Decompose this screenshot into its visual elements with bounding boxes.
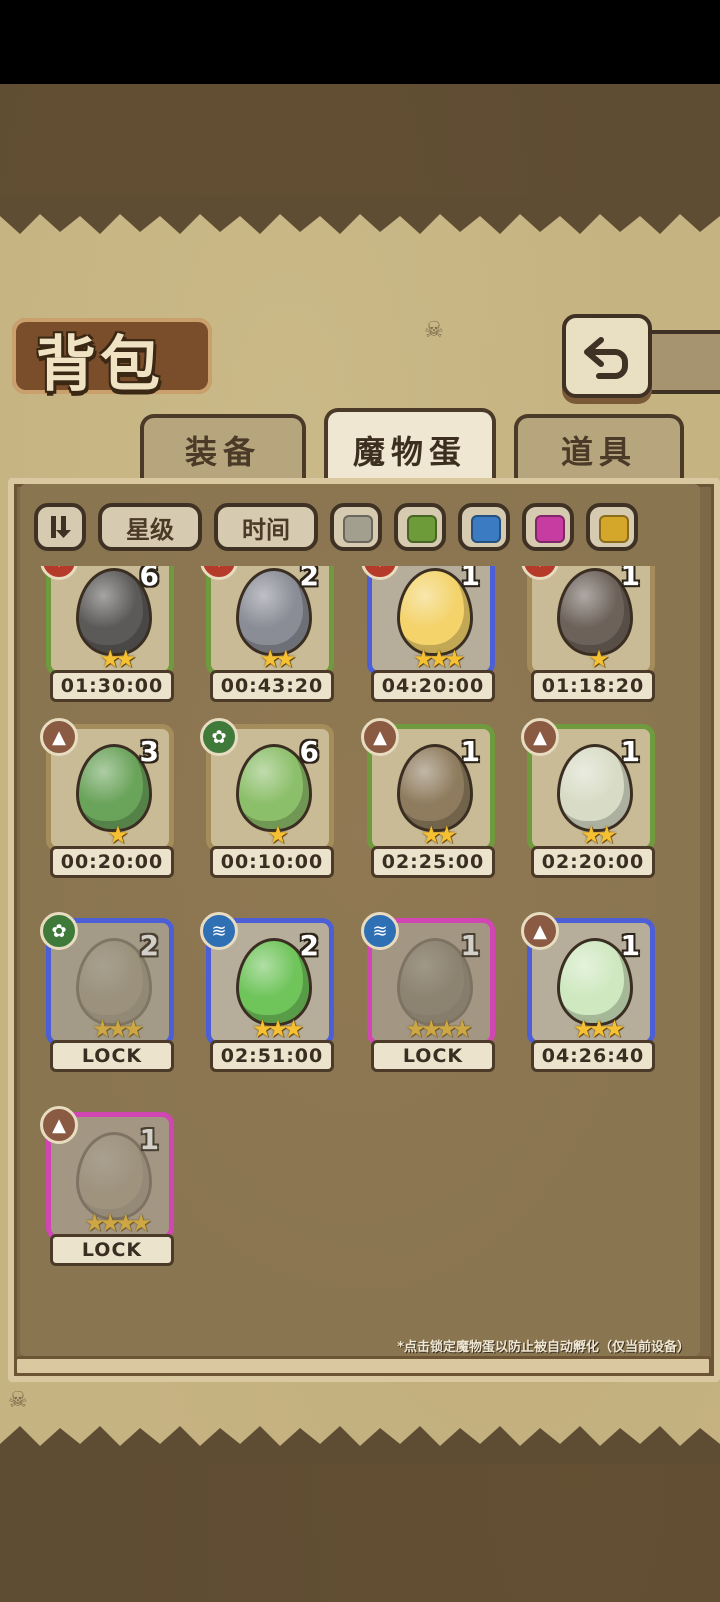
star-rating: ★ bbox=[588, 645, 610, 673]
monster-egg-icon bbox=[400, 941, 470, 1023]
top-torn-edge bbox=[0, 196, 720, 234]
lock-label: LOCK bbox=[50, 1234, 174, 1266]
earth-element-icon: ▲ bbox=[40, 718, 78, 756]
hatch-timer: 00:43:20 bbox=[210, 670, 334, 702]
egg-grid: 6★★✹01:30:002★★✹00:43:201★★★✹04:20:001★✹… bbox=[20, 566, 700, 1326]
monster-egg-icon bbox=[400, 747, 470, 829]
hatch-timer: 01:18:20 bbox=[531, 670, 655, 702]
star-rating: ★★★ bbox=[412, 645, 466, 673]
star-rating: ★★★ bbox=[91, 1015, 145, 1043]
lock-footnote: *点击锁定魔物蛋以防止被自动孵化（仅当前设备） bbox=[397, 1340, 690, 1355]
status-bar bbox=[0, 0, 720, 84]
skull-map-icon: ☠ bbox=[8, 1388, 28, 1413]
monster-egg-icon bbox=[400, 571, 470, 653]
hatch-timer: 01:30:00 bbox=[50, 670, 174, 702]
star-rating: ★★ bbox=[420, 821, 457, 849]
star-rating: ★★ bbox=[99, 645, 136, 673]
egg-frame: 6 ★★ bbox=[46, 566, 174, 676]
egg-frame: 2 ★★ bbox=[206, 566, 334, 676]
monster-egg-icon bbox=[560, 571, 630, 653]
egg-count: 1 bbox=[460, 735, 480, 768]
tab-label: 魔物蛋 bbox=[352, 433, 467, 471]
earth-element-icon: ▲ bbox=[40, 1106, 78, 1144]
earth-element-icon: ▲ bbox=[521, 912, 559, 950]
tab-equipment[interactable]: 装备 bbox=[140, 414, 306, 482]
hatch-timer: 04:26:40 bbox=[531, 1040, 655, 1072]
grass-element-icon: ✿ bbox=[200, 718, 238, 756]
monster-egg-icon bbox=[239, 571, 309, 653]
monster-egg-icon bbox=[560, 941, 630, 1023]
hatch-timer: 00:20:00 bbox=[50, 846, 174, 878]
egg-count: 2 bbox=[299, 566, 319, 592]
filter-blue-chip[interactable] bbox=[458, 503, 510, 551]
sort-by-time-button[interactable]: 时间 bbox=[214, 503, 318, 551]
egg-frame: 1 ★ bbox=[527, 566, 655, 676]
tab-items[interactable]: 道具 bbox=[514, 414, 684, 482]
egg-count: 1 bbox=[460, 929, 480, 962]
hatch-timer: 02:20:00 bbox=[531, 846, 655, 878]
star-rating: ★★★ bbox=[251, 1015, 305, 1043]
monster-egg-icon bbox=[79, 571, 149, 653]
egg-count: 2 bbox=[139, 929, 159, 962]
egg-count: 1 bbox=[139, 1123, 159, 1156]
color-swatch bbox=[599, 515, 629, 543]
sort-toggle-button[interactable] bbox=[34, 503, 86, 551]
egg-count: 3 bbox=[139, 735, 159, 768]
tab-label: 装备 bbox=[184, 433, 261, 471]
star-rating: ★ bbox=[267, 821, 289, 849]
earth-element-icon: ▲ bbox=[521, 718, 559, 756]
filter-yellow-chip[interactable] bbox=[586, 503, 638, 551]
hatch-timer: 02:25:00 bbox=[371, 846, 495, 878]
tab-label: 道具 bbox=[560, 433, 637, 471]
back-button[interactable] bbox=[562, 314, 652, 398]
egg-count: 1 bbox=[620, 566, 640, 592]
egg-count: 1 bbox=[620, 735, 640, 768]
filter-green-chip[interactable] bbox=[394, 503, 446, 551]
skull-map-icon: ☠ bbox=[424, 318, 444, 343]
star-rating: ★★ bbox=[259, 645, 296, 673]
sort-toggle-icon bbox=[51, 516, 71, 538]
back-rail bbox=[640, 330, 720, 394]
water-element-icon: ≋ bbox=[361, 912, 399, 950]
bottom-torn-edge bbox=[0, 1426, 720, 1464]
egg-frame: 1 ★★★ bbox=[367, 566, 495, 676]
sort-by-stars-button[interactable]: 星级 bbox=[98, 503, 202, 551]
star-rating: ★★★★ bbox=[83, 1209, 152, 1237]
egg-count: 1 bbox=[460, 566, 480, 592]
star-rating: ★★★★ bbox=[404, 1015, 473, 1043]
hatch-timer: 00:10:00 bbox=[210, 846, 334, 878]
color-swatch bbox=[471, 515, 501, 543]
lock-label: LOCK bbox=[50, 1040, 174, 1072]
lock-label: LOCK bbox=[371, 1040, 495, 1072]
egg-count: 6 bbox=[299, 735, 319, 768]
monster-egg-icon bbox=[239, 941, 309, 1023]
star-rating: ★ bbox=[107, 821, 129, 849]
panel-bottom-rail bbox=[14, 1356, 712, 1376]
hatch-timer: 04:20:00 bbox=[371, 670, 495, 702]
monster-egg-icon bbox=[79, 1135, 149, 1217]
page-title: 背包 bbox=[36, 330, 164, 400]
monster-egg-icon bbox=[79, 747, 149, 829]
color-swatch bbox=[535, 515, 565, 543]
earth-element-icon: ▲ bbox=[361, 718, 399, 756]
filter-pink-chip[interactable] bbox=[522, 503, 574, 551]
tab-monster-eggs[interactable]: 魔物蛋 bbox=[324, 408, 496, 488]
egg-count: 2 bbox=[299, 929, 319, 962]
monster-egg-icon bbox=[239, 747, 309, 829]
monster-egg-icon bbox=[79, 941, 149, 1023]
grass-element-icon: ✿ bbox=[40, 912, 78, 950]
egg-count: 1 bbox=[620, 929, 640, 962]
hatch-timer: 02:51:00 bbox=[210, 1040, 334, 1072]
star-rating: ★★★ bbox=[572, 1015, 626, 1043]
return-arrow-icon bbox=[584, 337, 628, 379]
water-element-icon: ≋ bbox=[200, 912, 238, 950]
monster-egg-icon bbox=[560, 747, 630, 829]
color-swatch bbox=[343, 515, 373, 543]
color-swatch bbox=[407, 515, 437, 543]
star-rating: ★★ bbox=[580, 821, 617, 849]
filter-gray-chip[interactable] bbox=[330, 503, 382, 551]
egg-count: 6 bbox=[139, 566, 159, 592]
